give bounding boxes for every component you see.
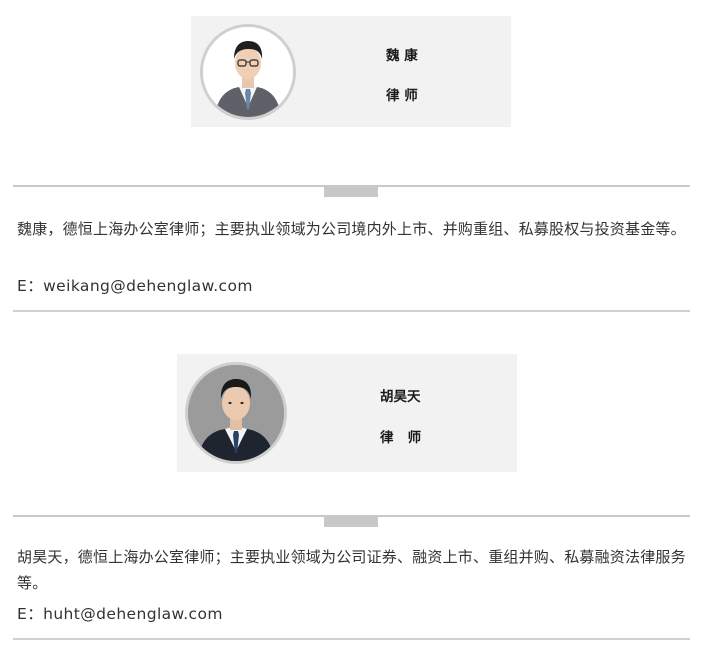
divider-tab: [324, 517, 378, 527]
profile-name: 魏 康: [386, 48, 418, 64]
profile-name: 胡昊天: [380, 389, 421, 405]
avatar: [185, 362, 287, 464]
profile-title: 律 师: [380, 430, 422, 446]
divider-tab: [324, 187, 378, 197]
profile-bio: 胡昊天，德恒上海办公室律师；主要执业领域为公司证券、融资上市、重组并购、私募融资…: [17, 548, 686, 592]
section-bottom-divider: [13, 310, 690, 312]
profile-email: E：huht@dehenglaw.com: [17, 605, 223, 623]
avatar: [200, 24, 296, 120]
section-bottom-divider: [13, 638, 690, 640]
person-photo-icon: [188, 365, 284, 461]
person-photo-icon: [203, 27, 293, 117]
profile-email: E：weikang@dehenglaw.com: [17, 277, 253, 295]
profile-title: 律 师: [386, 88, 418, 104]
profile-bio: 魏康，德恒上海办公室律师；主要执业领域为公司境内外上市、并购重组、私募股权与投资…: [17, 220, 686, 238]
